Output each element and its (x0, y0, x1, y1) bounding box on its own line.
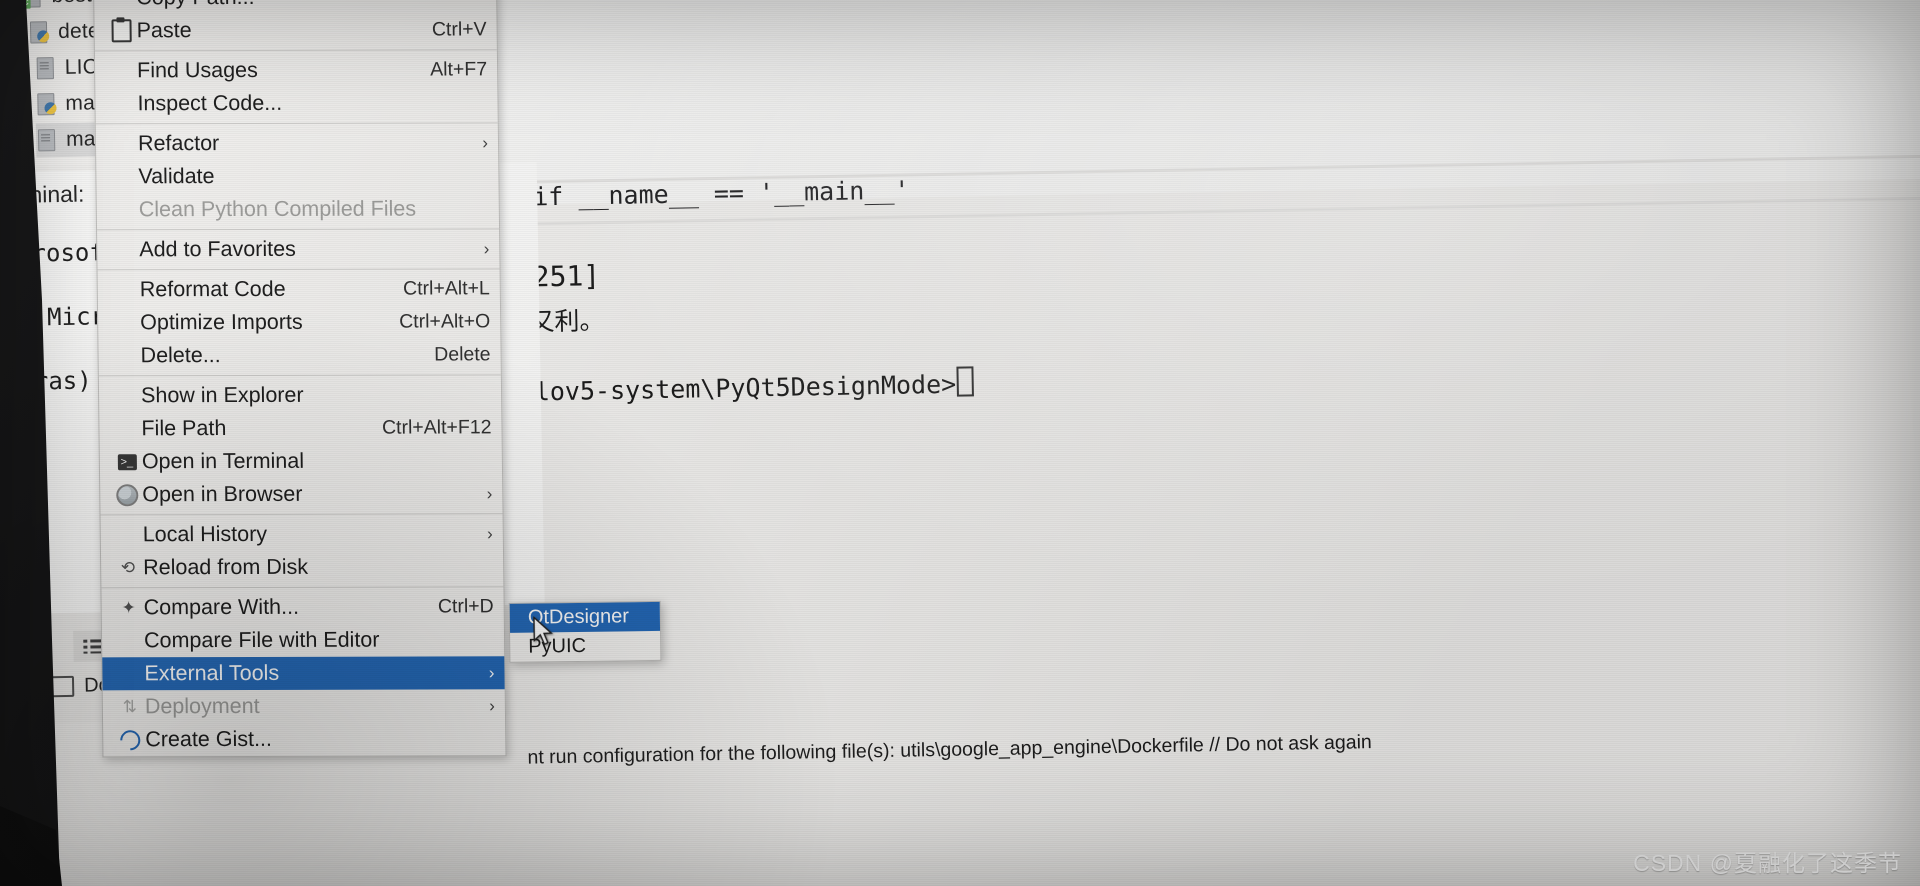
menu-item-open-in-browser[interactable]: Open in Browser › (100, 477, 502, 511)
chevron-right-icon: › (483, 238, 490, 258)
menu-item-add-to-favorites[interactable]: Add to Favorites › (97, 232, 499, 266)
menu-item-deployment: ⇅ Deployment › (103, 689, 505, 723)
menu-separator (101, 586, 504, 589)
menu-separator (98, 374, 501, 377)
menu-item-find-usages[interactable]: Find Usages Alt+F7 (95, 53, 497, 87)
todo-list-icon (83, 638, 102, 654)
menu-separator (95, 122, 498, 125)
menu-item-label: Optimize Imports (140, 309, 303, 335)
tree-item-detect[interactable]: dete (28, 14, 100, 49)
menu-item-create-gist[interactable]: Create Gist... (103, 722, 505, 756)
menu-item-validate[interactable]: Validate (96, 159, 498, 193)
csdn-watermark: CSDN @夏融化了这季节 (1633, 850, 1902, 876)
editor-pane (480, 0, 1920, 206)
menu-item-reload-from-disk[interactable]: ⟳ Reload from Disk (101, 550, 503, 584)
reload-icon: ⟳ (120, 557, 136, 577)
chevron-right-icon: › (489, 695, 495, 715)
menu-item-shortcut: Ctrl+Alt+O (399, 310, 491, 333)
compare-icon: ✦ (121, 597, 136, 617)
terminal-icon: >_ (112, 453, 142, 470)
tree-item-best[interactable]: c best. (21, 0, 98, 14)
menu-item-label: Compare With... (143, 594, 300, 620)
status-bar-message: nt run configuration for the following f… (527, 731, 1372, 769)
globe-icon (112, 483, 142, 506)
menu-item-copy-path[interactable]: Copy Path... (94, 0, 496, 14)
menu-item-label: Deployment (144, 693, 260, 719)
menu-item-clean-python-compiled-files: Clean Python Compiled Files (97, 192, 499, 226)
paste-icon (106, 19, 136, 43)
chevron-right-icon: › (482, 132, 489, 152)
menu-item-paste[interactable]: Paste Ctrl+V (94, 13, 496, 47)
menu-item-shortcut: Delete (434, 343, 491, 366)
menu-item-inspect-code[interactable]: Inspect Code... (95, 86, 497, 120)
terminal-prompt-path: lov5-system\PyQt5DesignMode> (534, 366, 975, 407)
menu-item-label: Find Usages (136, 57, 258, 83)
menu-separator (97, 268, 500, 271)
menu-item-label: Delete... (140, 343, 221, 368)
file-icon (35, 56, 57, 80)
file-icon (36, 128, 58, 152)
chevron-right-icon: › (486, 483, 493, 503)
menu-item-label: Compare File with Editor (143, 627, 380, 653)
menu-item-label: Reload from Disk (143, 554, 309, 580)
menu-item-label: Create Gist... (145, 726, 273, 752)
menu-item-label: Paste (136, 18, 192, 43)
menu-item-show-in-explorer[interactable]: Show in Explorer (99, 378, 501, 412)
menu-item-label: Open in Terminal (141, 448, 305, 474)
chevron-right-icon: › (488, 662, 495, 682)
python-file-icon (35, 92, 57, 116)
terminal-caret (956, 366, 975, 397)
gist-icon (115, 725, 145, 754)
menu-item-local-history[interactable]: Local History › (101, 517, 503, 551)
menu-item-label: Add to Favorites (139, 236, 296, 262)
python-file-icon (28, 20, 50, 44)
menu-item-optimize-imports[interactable]: Optimize Imports Ctrl+Alt+O (98, 305, 500, 339)
menu-item-label: Open in Browser (142, 481, 303, 507)
menu-item-label: Local History (142, 521, 268, 547)
menu-item-label: Show in Explorer (140, 382, 304, 408)
menu-item-label: Validate (138, 164, 215, 189)
deployment-icon: ⇅ (122, 696, 138, 716)
editor-code-line-main-guard: if __name__ == '__main__' (532, 175, 910, 212)
menu-item-label: External Tools (144, 660, 280, 686)
menu-item-external-tools[interactable]: External Tools › (102, 656, 505, 691)
screen-photo: sys.exit(app.exec_()) if __name__ == '__… (0, 0, 1920, 886)
menu-item-reformat-code[interactable]: Reformat Code Ctrl+Alt+L (98, 272, 500, 306)
tree-item-label: best. (51, 0, 98, 8)
menu-item-label: File Path (141, 416, 227, 441)
menu-item-delete[interactable]: Delete... Delete (98, 338, 500, 372)
menu-item-label: Refactor (137, 131, 220, 156)
menu-item-shortcut: Ctrl+Alt+L (402, 277, 490, 300)
menu-item-open-in-terminal[interactable]: >_ Open in Terminal (100, 444, 502, 478)
ide-screen: sys.exit(app.exec_()) if __name__ == '__… (0, 0, 1920, 886)
chevron-right-icon: › (486, 523, 493, 543)
menu-item-compare-file-with-editor[interactable]: Compare File with Editor (102, 623, 504, 657)
terminal-prompt-text: lov5-system\PyQt5DesignMode> (534, 369, 957, 407)
menu-separator (100, 513, 503, 516)
context-menu[interactable]: Copy Ctrl+C Copy Path... Paste Ctrl+V Fi… (92, 0, 507, 758)
menu-item-label: Inspect Code... (137, 90, 283, 116)
menu-item-label: Reformat Code (139, 276, 286, 302)
menu-item-label: Copy Path... (136, 0, 470, 10)
menu-item-label: Clean Python Compiled Files (138, 196, 417, 222)
menu-item-shortcut: Alt+F7 (430, 58, 488, 81)
menu-item-compare-with[interactable]: ✦ Compare With... Ctrl+D (101, 590, 503, 624)
menu-item-shortcut: Ctrl+D (437, 595, 494, 618)
menu-item-file-path[interactable]: File Path Ctrl+Alt+F12 (99, 411, 501, 445)
menu-item-shortcut: Ctrl+V (431, 18, 487, 41)
menu-item-shortcut: Ctrl+Alt+F12 (381, 416, 492, 439)
external-tools-submenu[interactable]: QtDesigner PyUIC (508, 600, 662, 663)
menu-item-refactor[interactable]: Refactor › (96, 126, 498, 160)
menu-separator (97, 228, 500, 231)
menu-separator (94, 49, 497, 52)
